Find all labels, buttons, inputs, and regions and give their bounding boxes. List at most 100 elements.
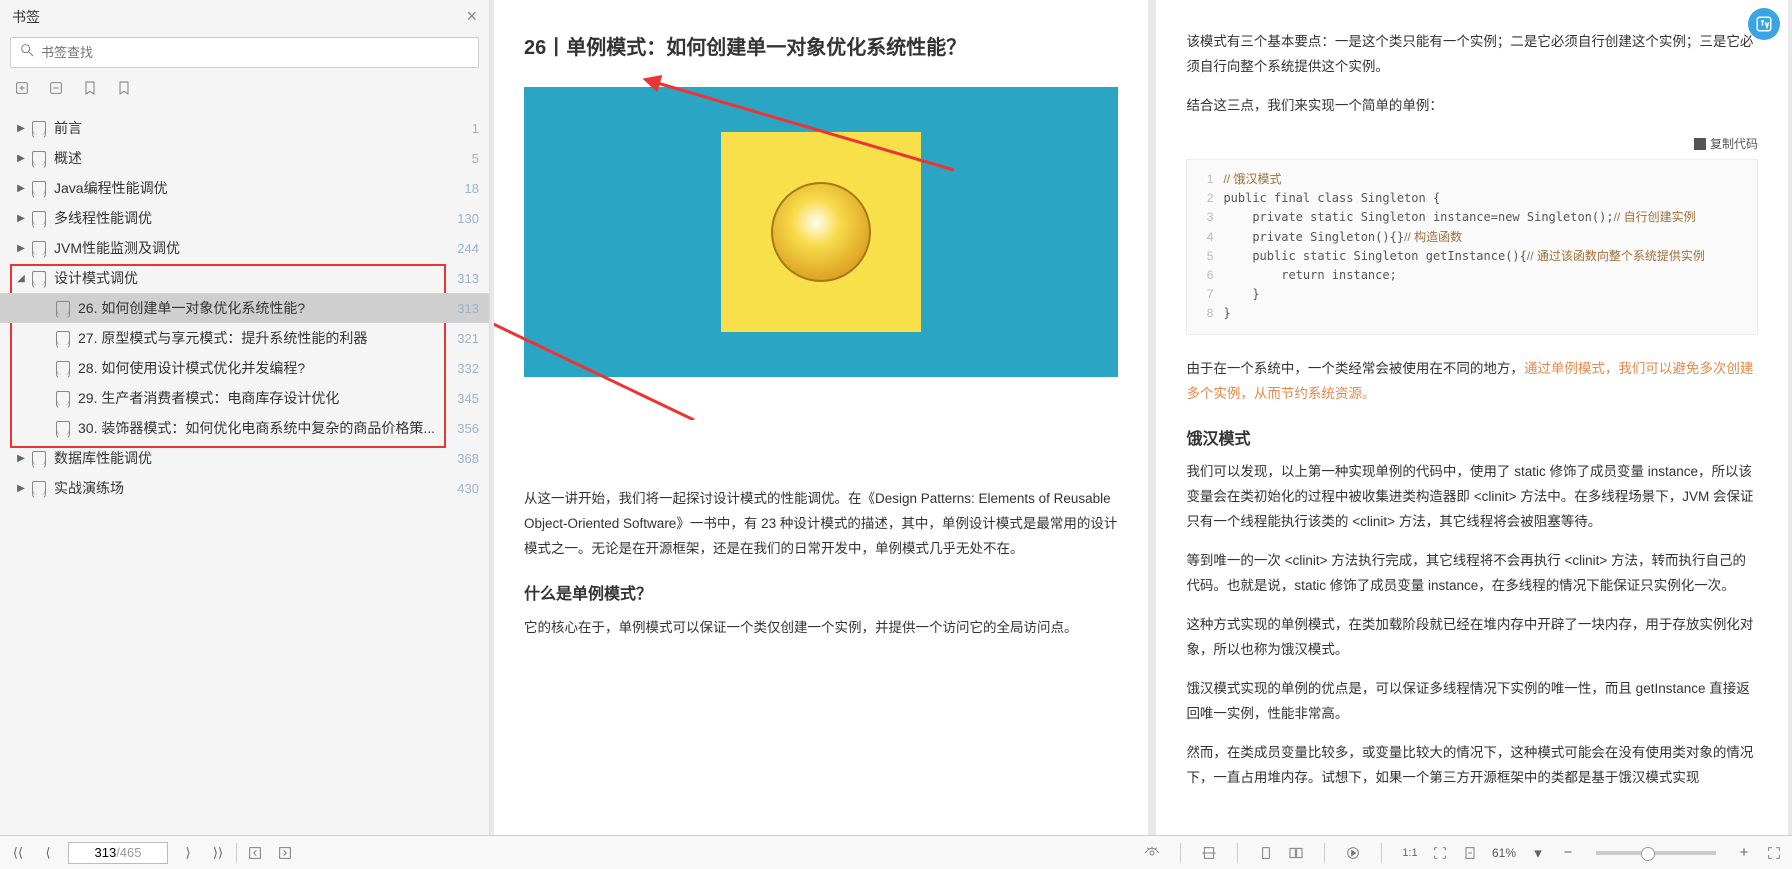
status-bar: ⟨⟨ ⟨ 313/465 ⟩ ⟩⟩ 1:1 61% ▾ − +: [0, 835, 1792, 869]
bookmark-icon: [56, 361, 70, 375]
page-left: 26丨单例模式：如何创建单一对象优化系统性能？ 从这一讲开始，我们将一起探讨设计…: [494, 0, 1148, 835]
expand-arrow-icon[interactable]: ▶: [16, 123, 26, 134]
paragraph: 然而，在类成员变量比较多，或变量比较大的情况下，这种模式可能会在没有使用类对象的…: [1186, 741, 1758, 791]
bookmark-row[interactable]: 29. 生产者消费者模式：电商库存设计优化 345: [0, 383, 489, 413]
last-page-icon[interactable]: ⟩⟩: [208, 843, 228, 863]
bookmark-icon: [32, 151, 46, 165]
bookmark-label: 30. 装饰器模式：如何优化电商系统中复杂的商品价格策...: [78, 418, 451, 438]
zoom-in-icon[interactable]: +: [1734, 843, 1754, 863]
collapse-icon[interactable]: [48, 80, 64, 101]
bookmark-page: 332: [457, 361, 479, 376]
close-icon[interactable]: ×: [466, 6, 477, 27]
bookmark-page: 430: [457, 481, 479, 496]
paragraph: 我们可以发现，以上第一种实现单例的代码中，使用了 static 修饰了成员变量 …: [1186, 460, 1758, 535]
bookmark-label: Java编程性能调优: [54, 178, 459, 198]
bookmark-row[interactable]: 27. 原型模式与享元模式：提升系统性能的利器321: [0, 323, 489, 353]
article-title: 26丨单例模式：如何创建单一对象优化系统性能？: [524, 30, 1118, 67]
bookmark-label: 设计模式调优: [54, 268, 451, 288]
bookmark-label: 26. 如何创建单一对象优化系统性能?: [78, 298, 451, 318]
bookmark-row[interactable]: ▶ Java编程性能调优 18: [0, 173, 489, 203]
fullscreen-icon[interactable]: [1764, 843, 1784, 863]
new-bookmark-icon[interactable]: [14, 80, 30, 101]
sidebar-toolbar: [0, 74, 489, 111]
bookmark-icon[interactable]: [82, 80, 98, 101]
bookmark-icon: [32, 211, 46, 225]
zoom-dropdown-icon[interactable]: ▾: [1528, 843, 1548, 863]
bookmark-page: 356: [457, 421, 479, 436]
section-heading: 什么是单例模式？: [524, 580, 1118, 610]
bookmark-icon: [56, 331, 70, 345]
nav-forward-icon[interactable]: [275, 843, 295, 863]
search-icon: [19, 42, 35, 63]
expand-arrow-icon[interactable]: ▶: [16, 483, 26, 494]
bookmark-label: 实战演练场: [54, 478, 451, 498]
bookmark-row[interactable]: ▶概述5: [0, 143, 489, 173]
bookmark-page: 1: [472, 121, 479, 136]
bookmark-label: 多线程性能调优: [54, 208, 451, 228]
bookmark-label: 27. 原型模式与享元模式：提升系统性能的利器: [78, 328, 451, 348]
bookmark-row[interactable]: ▶多线程性能调优130: [0, 203, 489, 233]
zoom-slider[interactable]: [1596, 851, 1716, 855]
bookmark-page: 18: [465, 181, 479, 196]
bookmark-page: 313: [457, 301, 479, 316]
page-right: 该模式有三个基本要点：一是这个类只能有一个实例；二是它必须自行创建这个实例；三是…: [1156, 0, 1788, 835]
paragraph: 结合这三点，我们来实现一个简单的单例：: [1186, 94, 1758, 119]
paragraph: 它的核心在于，单例模式可以保证一个类仅创建一个实例，并提供一个访问它的全局访问点…: [524, 616, 1118, 641]
sidebar-title: 书签: [12, 7, 40, 27]
bookmark-tree: ▶前言1▶概述5▶Java编程性能调优18▶多线程性能调优130▶JVM性能监测…: [0, 111, 489, 835]
bookmark-icon: [32, 121, 46, 135]
bookmark-label: 29. 生产者消费者模式：电商库存设计优化: [78, 388, 451, 408]
marquee-zoom-icon[interactable]: [1430, 843, 1450, 863]
two-page-icon[interactable]: [1286, 843, 1306, 863]
copy-code-label[interactable]: 复制代码: [1710, 133, 1758, 155]
expand-arrow-icon[interactable]: ◢: [16, 273, 26, 284]
copy-icon[interactable]: [1694, 138, 1706, 150]
expand-arrow-icon[interactable]: ▶: [16, 213, 26, 224]
zoom-out-icon[interactable]: −: [1558, 843, 1578, 863]
expand-arrow-icon[interactable]: ▶: [16, 453, 26, 464]
next-page-icon[interactable]: ⟩: [178, 843, 198, 863]
bookmark-outline-icon[interactable]: [116, 80, 132, 101]
expand-arrow-icon[interactable]: ▶: [16, 183, 26, 194]
bookmark-icon: [56, 391, 70, 405]
nav-back-icon[interactable]: [245, 843, 265, 863]
paragraph: 从这一讲开始，我们将一起探讨设计模式的性能调优。在《Design Pattern…: [524, 487, 1118, 562]
paragraph: 由于在一个系统中，一个类经常会被使用在不同的地方，通过单例模式，我们可以避免多次…: [1186, 357, 1758, 407]
expand-arrow-icon[interactable]: ▶: [16, 153, 26, 164]
bookmark-row[interactable]: ▶ 数据库性能调优 368: [0, 443, 489, 473]
bookmark-row[interactable]: ◢ 设计模式调优 313: [0, 263, 489, 293]
bookmark-icon: [56, 421, 70, 435]
bookmark-row[interactable]: 30. 装饰器模式：如何优化电商系统中复杂的商品价格策... 356: [0, 413, 489, 443]
bookmark-page: 368: [457, 451, 479, 466]
page-input[interactable]: 313/465: [68, 842, 168, 864]
bookmark-page: 313: [457, 271, 479, 286]
actual-size-icon[interactable]: 1:1: [1400, 843, 1420, 863]
fit-page-icon[interactable]: [1460, 843, 1480, 863]
bookmark-row[interactable]: ▶前言1: [0, 113, 489, 143]
expand-arrow-icon[interactable]: ▶: [16, 243, 26, 254]
zoom-level[interactable]: 61%: [1492, 846, 1516, 860]
bookmark-icon: [32, 271, 46, 285]
autoscroll-icon[interactable]: [1343, 843, 1363, 863]
bookmark-row[interactable]: ▶ 实战演练场 430: [0, 473, 489, 503]
bookmark-page: 345: [457, 391, 479, 406]
bookmark-row[interactable]: ▶JVM性能监测及调优244: [0, 233, 489, 263]
translate-button[interactable]: [1748, 8, 1780, 40]
bookmark-icon: [32, 181, 46, 195]
bookmark-row[interactable]: 28. 如何使用设计模式优化并发编程?332: [0, 353, 489, 383]
single-page-icon[interactable]: [1256, 843, 1276, 863]
search-input[interactable]: [41, 45, 470, 60]
paragraph: 这种方式实现的单例模式，在类加载阶段就已经在堆内存中开辟了一块内存，用于存放实例…: [1186, 613, 1758, 663]
document-viewport: 26丨单例模式：如何创建单一对象优化系统性能？ 从这一讲开始，我们将一起探讨设计…: [490, 0, 1792, 835]
bookmark-icon: [32, 451, 46, 465]
bookmark-row[interactable]: 26. 如何创建单一对象优化系统性能? 313: [0, 293, 489, 323]
bookmark-label: 数据库性能调优: [54, 448, 451, 468]
bookmark-icon: [56, 301, 70, 315]
read-mode-icon[interactable]: [1142, 843, 1162, 863]
bookmark-search[interactable]: [10, 37, 479, 68]
prev-page-icon[interactable]: ⟨: [38, 843, 58, 863]
bookmark-icon: [32, 241, 46, 255]
first-page-icon[interactable]: ⟨⟨: [8, 843, 28, 863]
paragraph: 等到唯一的一次 <clinit> 方法执行完成，其它线程将不会再执行 <clin…: [1186, 549, 1758, 599]
fit-width-icon[interactable]: [1199, 843, 1219, 863]
